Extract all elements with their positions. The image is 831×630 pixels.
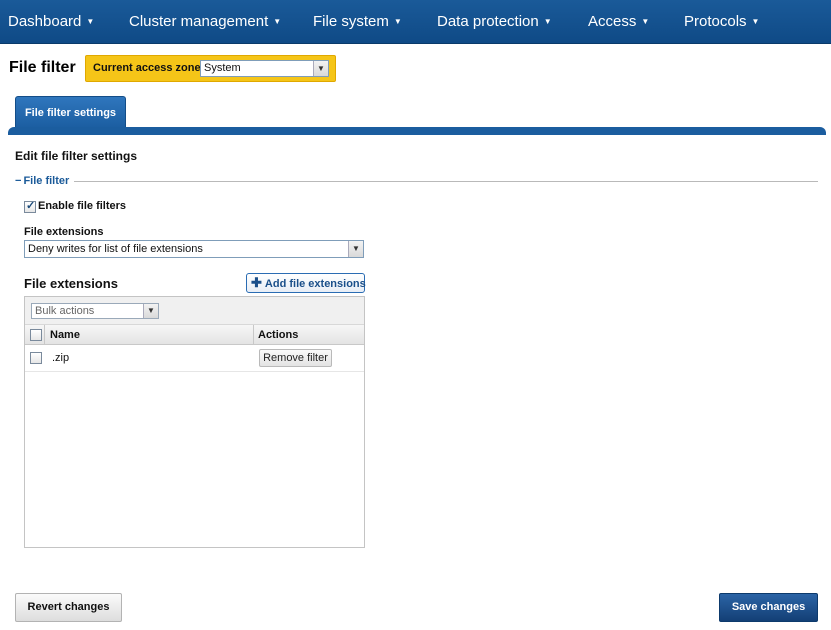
file-extensions-label: File extensions (24, 226, 104, 238)
table-row: .zip Remove filter (25, 345, 364, 372)
table-toolbar: Bulk actions ▼ (25, 297, 364, 325)
file-extensions-table: Bulk actions ▼ Name Actions .zip Remove … (24, 296, 365, 548)
column-divider (253, 325, 254, 345)
nav-label: Dashboard (8, 13, 82, 30)
access-zone-value: System (204, 62, 241, 74)
file-extensions-value: Deny writes for list of file extensions (28, 243, 203, 255)
nav-label: Access (588, 13, 637, 30)
save-changes-button[interactable]: Save changes (719, 593, 818, 622)
row-extension-name: .zip (52, 352, 70, 364)
select-all-checkbox[interactable] (30, 329, 42, 341)
legend-label: File filter (23, 175, 70, 187)
file-extensions-title: File extensions (24, 276, 118, 291)
page-title: File filter (9, 59, 76, 76)
file-extensions-select[interactable]: Deny writes for list of file extensions … (24, 240, 364, 258)
bulk-actions-value: Bulk actions (35, 305, 95, 317)
nav-label: Cluster management (129, 13, 269, 30)
access-zone-box: Current access zone: System ▼ (85, 55, 336, 82)
table-header: Name Actions (25, 325, 364, 345)
caret-down-icon: ▼ (641, 17, 650, 26)
caret-down-icon: ▼ (86, 17, 95, 26)
nav-label: Data protection (437, 13, 539, 30)
caret-down-icon: ▼ (543, 17, 552, 26)
add-button-label: Add file extensions (264, 278, 366, 290)
enable-file-filters-checkbox[interactable] (24, 199, 36, 213)
nav-dashboard[interactable]: Dashboard ▼ (8, 0, 94, 44)
chevron-down-icon[interactable]: ▼ (143, 304, 158, 318)
row-checkbox[interactable] (30, 352, 42, 364)
chevron-down-icon[interactable]: ▼ (348, 241, 363, 257)
add-file-extensions-button[interactable]: ✚ Add file extensions (246, 273, 366, 293)
chevron-down-icon[interactable]: ▼ (313, 61, 328, 76)
caret-down-icon: ▼ (393, 17, 402, 26)
tab-file-filter-settings[interactable]: File filter settings (15, 96, 126, 130)
caret-down-icon: ▼ (273, 17, 282, 26)
nav-file-system[interactable]: File system ▼ (313, 0, 402, 44)
fieldset-divider (15, 181, 818, 182)
nav-protocols[interactable]: Protocols ▼ (684, 0, 759, 44)
column-header-name[interactable]: Name (50, 329, 80, 341)
revert-changes-button[interactable]: Revert changes (15, 593, 122, 622)
column-header-actions: Actions (258, 329, 299, 341)
access-zone-select[interactable]: System ▼ (200, 60, 329, 77)
remove-filter-button[interactable]: Remove filter (259, 349, 332, 367)
nav-data-protection[interactable]: Data protection ▼ (437, 0, 552, 44)
top-nav: Dashboard ▼ Cluster management ▼ File syst… (0, 0, 831, 44)
nav-cluster-management[interactable]: Cluster management ▼ (129, 0, 281, 44)
fieldset-legend[interactable]: − File filter (15, 175, 75, 187)
tab-strip (8, 127, 826, 135)
column-divider (44, 325, 45, 345)
bulk-actions-select[interactable]: Bulk actions ▼ (31, 303, 159, 319)
collapse-icon[interactable]: − (15, 175, 21, 187)
nav-label: Protocols (684, 13, 747, 30)
section-title: Edit file filter settings (15, 149, 138, 163)
enable-file-filters-label: Enable file filters (38, 200, 127, 212)
nav-label: File system (313, 13, 389, 30)
nav-access[interactable]: Access ▼ (588, 0, 649, 44)
plus-icon: ✚ (251, 275, 262, 290)
access-zone-label: Current access zone: (93, 62, 205, 74)
caret-down-icon: ▼ (751, 17, 760, 26)
